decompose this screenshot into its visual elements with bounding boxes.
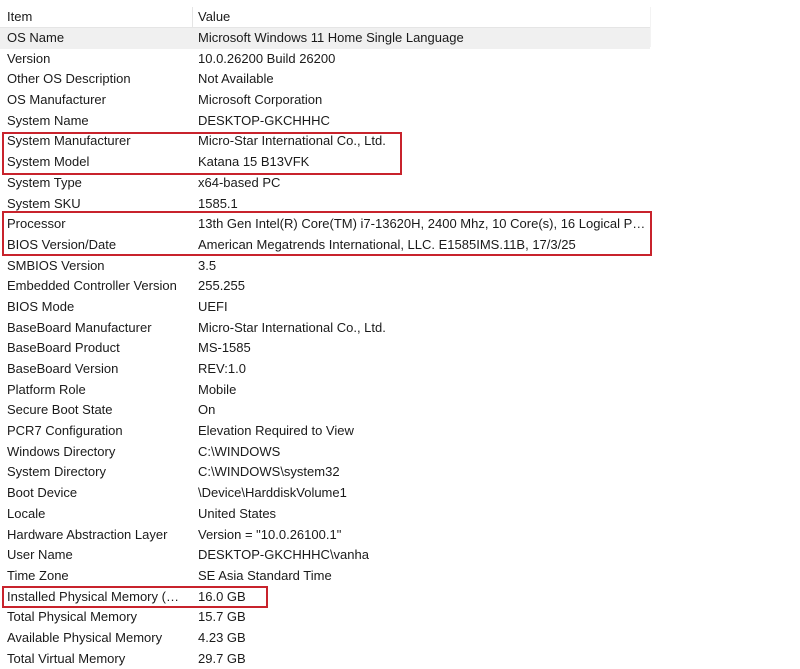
table-row[interactable]: Other OS Description Not Available [0,69,650,90]
item-cell: System SKU [7,195,81,211]
table-row[interactable]: Hardware Abstraction Layer Version = "10… [0,525,650,546]
table-row[interactable]: BIOS Mode UEFI [0,297,650,318]
item-cell: Other OS Description [7,71,131,87]
system-summary-list[interactable]: Item Value OS Name Microsoft Windows 11 … [0,7,650,669]
table-row[interactable]: BaseBoard Manufacturer Micro-Star Intern… [0,318,650,339]
value-cell: 16.0 GB [198,588,246,604]
table-row[interactable]: OS Name Microsoft Windows 11 Home Single… [0,28,650,49]
value-cell: 1585.1 [198,195,238,211]
table-row[interactable]: Embedded Controller Version 255.255 [0,276,650,297]
table-row[interactable]: System Directory C:\WINDOWS\system32 [0,462,650,483]
table-row[interactable]: PCR7 Configuration Elevation Required to… [0,421,650,442]
item-cell: BaseBoard Product [7,340,120,356]
table-row[interactable]: SMBIOS Version 3.5 [0,256,650,277]
table-row[interactable]: BaseBoard Version REV:1.0 [0,359,650,380]
value-cell: UEFI [198,298,228,314]
item-cell: OS Name [7,30,65,45]
table-row[interactable]: System Name DESKTOP-GKCHHHC [0,111,650,132]
column-header-value[interactable]: Value [193,7,650,27]
table-row[interactable]: System Manufacturer Micro-Star Internati… [0,131,650,152]
table-row[interactable]: System Model Katana 15 B13VFK [0,152,650,173]
table-row[interactable]: BIOS Version/Date American Megatrends In… [0,235,650,256]
table-row[interactable]: Secure Boot State On [0,400,650,421]
item-cell: Total Physical Memory [7,609,138,625]
item-cell: System Manufacturer [7,133,131,149]
value-cell: DESKTOP-GKCHHHC [198,112,330,128]
value-cell: x64-based PC [198,174,281,190]
table-row[interactable]: Platform Role Mobile [0,380,650,401]
value-cell: 255.255 [198,278,245,294]
item-cell: Windows Directory [7,443,116,459]
value-cell: SE Asia Standard Time [198,567,332,583]
item-cell: SMBIOS Version [7,257,105,273]
item-cell: System Name [7,112,89,128]
item-cell: PCR7 Configuration [7,423,123,439]
item-cell: User Name [7,547,73,563]
table-row[interactable]: User Name DESKTOP-GKCHHHC\vanha [0,545,650,566]
value-cell: Not Available [198,71,274,87]
column-header-item[interactable]: Item [0,7,193,27]
table-row[interactable]: Windows Directory C:\WINDOWS [0,442,650,463]
table-row[interactable]: Locale United States [0,504,650,525]
table-row[interactable]: Total Physical Memory 15.7 GB [0,607,650,628]
value-cell: Microsoft Windows 11 Home Single Languag… [198,30,464,45]
table-row[interactable]: BaseBoard Product MS-1585 [0,338,650,359]
item-cell: Available Physical Memory [7,629,163,645]
value-cell: 13th Gen Intel(R) Core(TM) i7-13620H, 24… [198,216,648,232]
item-cell: System Model [7,154,90,170]
table-row[interactable]: Time Zone SE Asia Standard Time [0,566,650,587]
value-cell: 10.0.26200 Build 26200 [198,50,336,66]
item-cell: Hardware Abstraction Layer [7,526,168,542]
item-cell: Embedded Controller Version [7,278,177,294]
value-cell: 4.23 GB [198,629,246,645]
value-cell: Katana 15 B13VFK [198,154,310,170]
table-row[interactable]: OS Manufacturer Microsoft Corporation [0,90,650,111]
table-row[interactable]: Available Physical Memory 4.23 GB [0,628,650,649]
value-cell: American Megatrends International, LLC. … [198,236,576,252]
item-cell: Locale [7,505,46,521]
item-cell: BIOS Version/Date [7,236,117,252]
table-row[interactable]: System SKU 1585.1 [0,194,650,215]
table-row[interactable]: Boot Device \Device\HarddiskVolume1 [0,483,650,504]
value-cell: C:\WINDOWS\system32 [198,464,340,480]
value-cell: 3.5 [198,257,217,273]
item-cell: BaseBoard Manufacturer [7,319,152,335]
item-cell: Installed Physical Memory (RA... [7,588,190,604]
item-cell: BaseBoard Version [7,361,119,376]
value-cell: \Device\HarddiskVolume1 [198,485,347,501]
value-cell: Microsoft Corporation [198,92,323,108]
item-cell: Time Zone [7,567,69,583]
list-header: Item Value [0,7,650,28]
value-cell: On [198,402,216,418]
value-cell: MS-1585 [198,340,251,356]
value-cell: Elevation Required to View [198,423,354,439]
value-cell: Micro-Star International Co., Ltd. [198,319,386,335]
list-edge-divider [650,7,651,47]
value-cell: Version = "10.0.26100.1" [198,526,342,542]
item-cell: System Directory [7,464,106,480]
item-cell: Secure Boot State [7,402,113,418]
item-cell: OS Manufacturer [7,92,106,108]
value-cell: Micro-Star International Co., Ltd. [198,133,386,149]
table-row[interactable]: Installed Physical Memory (RA... 16.0 GB [0,587,650,608]
item-cell: Processor [7,216,66,232]
item-cell: Platform Role [7,381,86,397]
value-cell: REV:1.0 [198,361,246,376]
item-cell: BIOS Mode [7,298,75,314]
item-cell: Boot Device [7,485,78,501]
value-cell: 15.7 GB [198,609,246,625]
table-row[interactable]: Version 10.0.26200 Build 26200 [0,49,650,70]
table-row[interactable]: Processor 13th Gen Intel(R) Core(TM) i7-… [0,214,650,235]
item-cell: Version [7,50,51,66]
item-cell: System Type [7,174,82,190]
value-cell: DESKTOP-GKCHHHC\vanha [198,547,369,563]
value-cell: C:\WINDOWS [198,443,281,459]
value-cell: United States [198,505,277,521]
value-cell: Mobile [198,381,237,397]
table-row[interactable]: System Type x64-based PC [0,173,650,194]
